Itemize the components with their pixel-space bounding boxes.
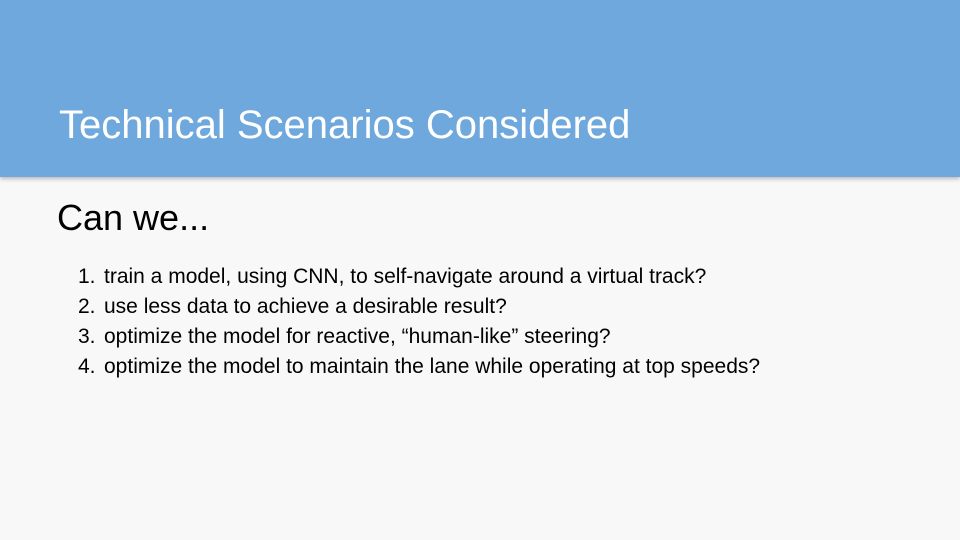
list-item-text: optimize the model to maintain the lane … xyxy=(104,355,761,378)
list-item-number: 1. xyxy=(78,265,96,288)
numbered-list: 1. train a model, using CNN, to self-navi… xyxy=(78,262,760,382)
list-item-text: train a model, using CNN, to self-naviga… xyxy=(104,265,707,288)
list-item: 4. optimize the model to maintain the lan… xyxy=(78,352,760,382)
list-item-number: 4. xyxy=(78,355,96,378)
list-item: 2. use less data to achieve a desirable r… xyxy=(78,292,760,322)
slide: Technical Scenarios Considered Can we...… xyxy=(0,0,960,540)
list-item-number: 2. xyxy=(78,295,96,318)
list-item-number: 3. xyxy=(78,325,96,348)
subheading: Can we... xyxy=(57,197,210,238)
list-item-text: optimize the model for reactive, “human-… xyxy=(104,325,611,348)
slide-title: Technical Scenarios Considered xyxy=(59,103,631,147)
header-band: Technical Scenarios Considered xyxy=(0,0,960,177)
list-item-text: use less data to achieve a desirable res… xyxy=(104,295,507,318)
list-item: 1. train a model, using CNN, to self-navi… xyxy=(78,262,760,292)
list-item: 3. optimize the model for reactive, “huma… xyxy=(78,322,760,352)
